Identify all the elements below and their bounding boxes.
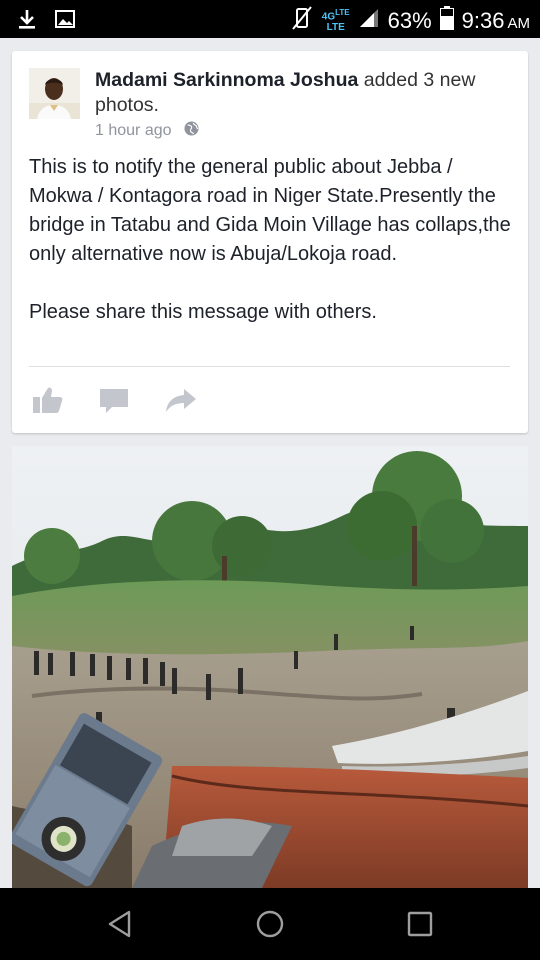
post-header: Madami Sarkinnoma Joshua added 3 new pho… — [95, 68, 505, 118]
divider — [29, 366, 510, 367]
share-icon[interactable] — [164, 385, 196, 415]
author-name[interactable]: Madami Sarkinnoma Joshua — [95, 69, 358, 91]
avatar[interactable] — [29, 68, 80, 119]
image-icon — [54, 8, 76, 35]
back-icon[interactable] — [105, 909, 135, 939]
battery-icon — [439, 6, 454, 35]
battery-percent: 63% — [387, 7, 432, 33]
clock: 9:36 AM — [461, 7, 530, 33]
post-body: This is to notify the general public abo… — [29, 153, 515, 327]
post-photo[interactable] — [12, 446, 528, 888]
post-paragraph: This is to notify the general public abo… — [29, 156, 511, 265]
download-icon — [16, 8, 38, 35]
recents-icon[interactable] — [405, 909, 435, 939]
like-icon[interactable] — [32, 385, 63, 415]
signal-icon — [358, 7, 380, 34]
status-bar: 4GLTE LTE 63% 9:36 AM — [0, 0, 540, 38]
network-indicator: 4GLTE LTE — [321, 8, 350, 33]
home-icon[interactable] — [255, 909, 285, 939]
navigation-bar — [0, 888, 540, 960]
post-actions — [32, 385, 196, 415]
post-paragraph: Please share this message with others. — [29, 301, 377, 323]
timestamp[interactable]: 1 hour ago — [95, 122, 172, 140]
collapsed-bridge-photo — [12, 446, 528, 888]
post-card: Madami Sarkinnoma Joshua added 3 new pho… — [12, 51, 528, 433]
comment-icon[interactable] — [98, 385, 128, 415]
post-meta: 1 hour ago — [95, 121, 199, 141]
vibrate-mute-icon — [290, 5, 314, 36]
globe-icon — [183, 121, 199, 141]
